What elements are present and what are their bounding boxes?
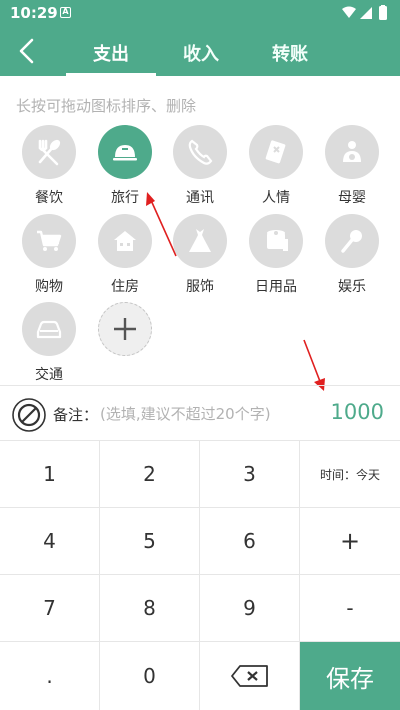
- category-gift[interactable]: 人情: [238, 125, 314, 211]
- category-entertainment[interactable]: 娱乐: [314, 214, 390, 300]
- memo-row: 备注： 1000: [0, 385, 400, 441]
- key-5[interactable]: 5: [100, 508, 200, 575]
- category-shopping[interactable]: 购物: [11, 214, 87, 300]
- key-4[interactable]: 4: [0, 508, 100, 575]
- category-label: 母婴: [338, 190, 366, 206]
- key-2[interactable]: 2: [100, 441, 200, 508]
- category-label: 住房: [111, 279, 139, 295]
- add-category-button[interactable]: [87, 302, 163, 388]
- key-8[interactable]: 8: [100, 575, 200, 642]
- annotation-arrow-travel: [146, 192, 177, 257]
- baby-icon: [325, 125, 379, 179]
- tab-indicator: [66, 73, 156, 76]
- category-label: 娱乐: [338, 279, 366, 295]
- category-label: 购物: [35, 279, 63, 295]
- back-arrow-icon[interactable]: [14, 36, 40, 66]
- dress-icon: [173, 214, 227, 268]
- key-7[interactable]: 7: [0, 575, 100, 642]
- category-label: 交通: [35, 367, 63, 383]
- key-1[interactable]: 1: [0, 441, 100, 508]
- travel-icon: [98, 125, 152, 179]
- status-bar: 10:29 A: [0, 0, 400, 26]
- category-daily-goods[interactable]: 日用品: [238, 214, 314, 300]
- number-keypad: 1 2 3 时间：今天 4 5 6 + 7 8 9 - . 0 保存: [0, 441, 400, 710]
- microphone-icon: [325, 214, 379, 268]
- key-0[interactable]: 0: [100, 642, 200, 710]
- backspace-key[interactable]: [200, 642, 300, 710]
- signal-battery-icons: [342, 5, 387, 20]
- category-label: 服饰: [186, 279, 214, 295]
- backspace-icon: [230, 665, 268, 687]
- cart-icon: [22, 214, 76, 268]
- tab-income[interactable]: 收入: [156, 40, 246, 76]
- minus-key[interactable]: -: [300, 575, 400, 642]
- plus-key[interactable]: +: [300, 508, 400, 575]
- notification-icon: A: [60, 7, 71, 18]
- phone-icon: [173, 125, 227, 179]
- save-button[interactable]: 保存: [300, 642, 400, 710]
- key-9[interactable]: 9: [200, 575, 300, 642]
- reorder-hint: 长按可拖动图标排序、删除: [16, 97, 197, 115]
- key-6[interactable]: 6: [200, 508, 300, 575]
- car-icon: [22, 302, 76, 356]
- tissue-icon: [249, 214, 303, 268]
- category-transport[interactable]: 交通: [11, 302, 87, 388]
- date-picker-button[interactable]: 时间：今天: [300, 441, 400, 508]
- amount-display: 1000: [330, 400, 384, 424]
- category-label: 餐饮: [35, 190, 63, 206]
- tab-expense[interactable]: 支出: [66, 40, 156, 76]
- plus-icon: [98, 302, 152, 356]
- app-header: 10:29 A 支出 收入 转账: [0, 0, 400, 76]
- category-baby[interactable]: 母婴: [314, 125, 390, 211]
- tab-transfer[interactable]: 转账: [245, 40, 335, 76]
- memo-label: 备注：: [53, 406, 99, 424]
- category-label: 日用品: [255, 279, 297, 295]
- fork-spoon-icon: [22, 125, 76, 179]
- key-dot[interactable]: .: [0, 642, 100, 710]
- gift-card-icon: [249, 125, 303, 179]
- key-3[interactable]: 3: [200, 441, 300, 508]
- category-food[interactable]: 餐饮: [11, 125, 87, 211]
- status-time: 10:29: [10, 4, 58, 22]
- no-memo-icon[interactable]: [11, 397, 47, 433]
- category-label: 人情: [262, 190, 290, 206]
- memo-input[interactable]: [100, 400, 280, 428]
